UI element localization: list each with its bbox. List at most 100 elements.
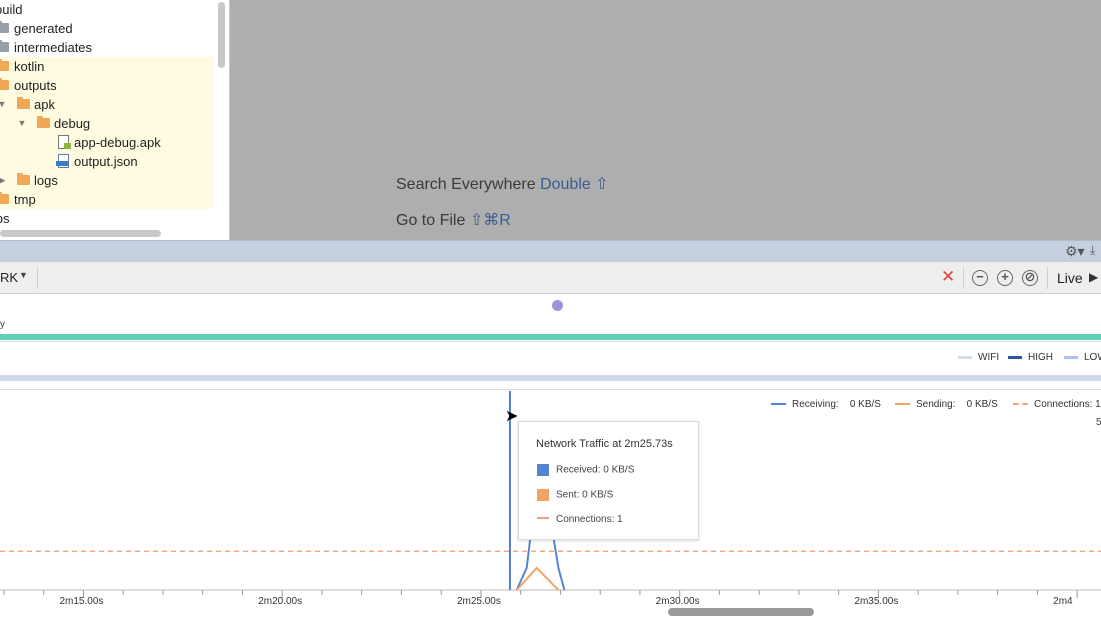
tooltip-text: Connections: 1 xyxy=(556,514,623,525)
legend-item-receiving: Receiving: 0 KB/S xyxy=(771,399,881,410)
live-button[interactable]: Live xyxy=(1057,270,1083,286)
tree-item-label: apk xyxy=(34,97,55,112)
search-everywhere-hint: Search Everywhere Double ⇧ xyxy=(396,174,609,194)
tree-vertical-scrollbar[interactable] xyxy=(218,2,225,68)
folder-icon xyxy=(0,59,9,71)
go-to-file-hint: Go to File ⇧⌘R xyxy=(396,210,511,230)
tree-item-label: outputs xyxy=(14,78,57,93)
chevron-down-icon[interactable]: ▼ xyxy=(0,95,7,114)
legend-swatch xyxy=(958,355,972,359)
received-swatch xyxy=(537,464,549,476)
radio-state-bar xyxy=(0,375,1101,381)
folder-icon xyxy=(0,21,9,33)
json-file-icon xyxy=(56,154,69,168)
event-timeline: y xyxy=(0,294,1101,342)
x-tick-label: 2m25.00s xyxy=(457,596,501,607)
chevron-down-icon[interactable]: ▼ xyxy=(19,270,28,280)
legend-label: WIFI xyxy=(978,352,1000,363)
session-selector[interactable]: RK xyxy=(0,270,18,285)
axis-tick-label: y xyxy=(0,319,5,330)
tree-item-apk[interactable]: ▼ apk xyxy=(0,95,214,114)
tree-item-label: libs xyxy=(0,211,10,226)
legend-item-sending: Sending: 0 KB/S xyxy=(895,399,998,410)
tree-item-label: kotlin xyxy=(14,59,45,74)
tree-item-kotlin[interactable]: kotlin xyxy=(0,57,214,76)
legend-value: 0 KB/S xyxy=(849,399,881,410)
mouse-pointer-icon: ➤ xyxy=(505,408,519,425)
tree-item-label: build xyxy=(0,2,23,17)
play-icon[interactable]: ▶ xyxy=(1089,270,1098,284)
legend-label: Sending: xyxy=(916,399,956,410)
chevron-right-icon[interactable]: ▶ xyxy=(0,171,7,190)
tooltip-sent: Sent: 0 KB/S xyxy=(537,489,613,501)
tree-item-intermediates[interactable]: intermediates xyxy=(0,38,214,57)
network-chart[interactable]: 2m15.00s 2m20.00s 2m25.00s 2m30.00s 2m35.00s… xyxy=(0,391,1101,618)
legend-item-wifi: WIFI xyxy=(958,352,999,363)
tree-item-tmp[interactable]: tmp xyxy=(0,190,214,209)
project-tree: build generated intermediates kotlin out… xyxy=(0,0,229,240)
tooltip-title: Network Traffic at 2m25.73s xyxy=(536,438,673,450)
radio-state-strip: WIFI HIGH LOW xyxy=(0,343,1101,390)
hint-label: Go to File xyxy=(396,212,466,229)
tree-item-logs[interactable]: ▶ logs xyxy=(0,171,214,190)
reset-zoom-icon[interactable]: ⊘ xyxy=(1022,270,1038,286)
timeline-scrollbar[interactable] xyxy=(668,608,814,616)
legend-item-low: LOW xyxy=(1064,352,1101,363)
profiler-title-bar: ⚙▾ ⤓ xyxy=(0,240,1101,262)
y-axis-tick-label: 5 xyxy=(1096,417,1101,428)
gear-icon[interactable]: ⚙▾ xyxy=(1065,243,1085,260)
legend-label: HIGH xyxy=(1028,352,1053,363)
toolbar-divider xyxy=(963,267,964,289)
legend-item-high: HIGH xyxy=(1008,352,1053,363)
legend-value: 1 xyxy=(1095,399,1101,410)
x-tick-label: 2m35.00s xyxy=(854,596,898,607)
folder-icon xyxy=(17,173,30,185)
x-tick-label: 2m15.00s xyxy=(59,596,103,607)
tree-item-generated[interactable]: generated xyxy=(0,19,214,38)
legend-label: Receiving: xyxy=(792,399,839,410)
legend-swatch xyxy=(1008,355,1022,359)
tree-item-label: app-debug.apk xyxy=(74,135,161,150)
sent-swatch xyxy=(537,489,549,501)
profiler-toolbar: RK ▼ ✕ − + ⊘ Live ▶ xyxy=(0,262,1101,294)
tree-item-label: debug xyxy=(54,116,91,131)
folder-icon xyxy=(37,116,50,128)
toolbar-divider xyxy=(1047,267,1048,289)
legend-item-connections: Connections: 1 xyxy=(1013,399,1101,410)
chevron-down-icon[interactable]: ▼ xyxy=(17,114,27,133)
tree-item-output-json[interactable]: output.json xyxy=(0,152,214,171)
tree-item-label: intermediates xyxy=(14,40,93,55)
tree-item-app-debug-apk[interactable]: app-debug.apk xyxy=(0,133,214,152)
folder-icon xyxy=(0,78,9,90)
legend-swatch xyxy=(1064,355,1078,359)
connections-swatch xyxy=(537,517,549,520)
hint-shortcut: ⇧⌘R xyxy=(469,212,511,229)
tree-item-label: logs xyxy=(34,173,58,188)
hint-label: Search Everywhere xyxy=(396,176,536,193)
legend-swatch xyxy=(895,403,910,406)
event-marker[interactable] xyxy=(552,300,563,311)
tree-item-libs[interactable]: libs xyxy=(0,209,214,228)
tooltip-received: Received: 0 KB/S xyxy=(537,464,634,476)
sending-line xyxy=(515,566,560,591)
tree-item-build[interactable]: build xyxy=(0,0,214,19)
tooltip-connections: Connections: 1 xyxy=(537,514,623,525)
tree-item-label: tmp xyxy=(14,192,36,207)
x-tick-label: 2m30.00s xyxy=(656,596,700,607)
stop-session-icon[interactable]: ✕ xyxy=(941,267,955,287)
zoom-in-icon[interactable]: + xyxy=(997,270,1013,286)
network-tooltip: Network Traffic at 2m25.73s Received: 0 … xyxy=(518,421,699,540)
tooltip-text: Received: 0 KB/S xyxy=(556,464,635,476)
x-tick-label: 2m4 xyxy=(1053,596,1073,607)
tree-item-label: output.json xyxy=(74,154,138,169)
toolbar-divider xyxy=(37,267,38,289)
folder-icon xyxy=(0,192,9,204)
activity-bar xyxy=(0,334,1101,340)
hint-shortcut: Double ⇧ xyxy=(540,176,609,193)
hide-window-icon[interactable]: ⤓ xyxy=(1090,243,1095,258)
tree-item-debug[interactable]: ▼ debug xyxy=(0,114,214,133)
tree-horizontal-scrollbar[interactable] xyxy=(0,230,161,237)
tree-item-outputs[interactable]: outputs xyxy=(0,76,214,95)
zoom-out-icon[interactable]: − xyxy=(972,270,988,286)
folder-icon xyxy=(0,40,9,52)
